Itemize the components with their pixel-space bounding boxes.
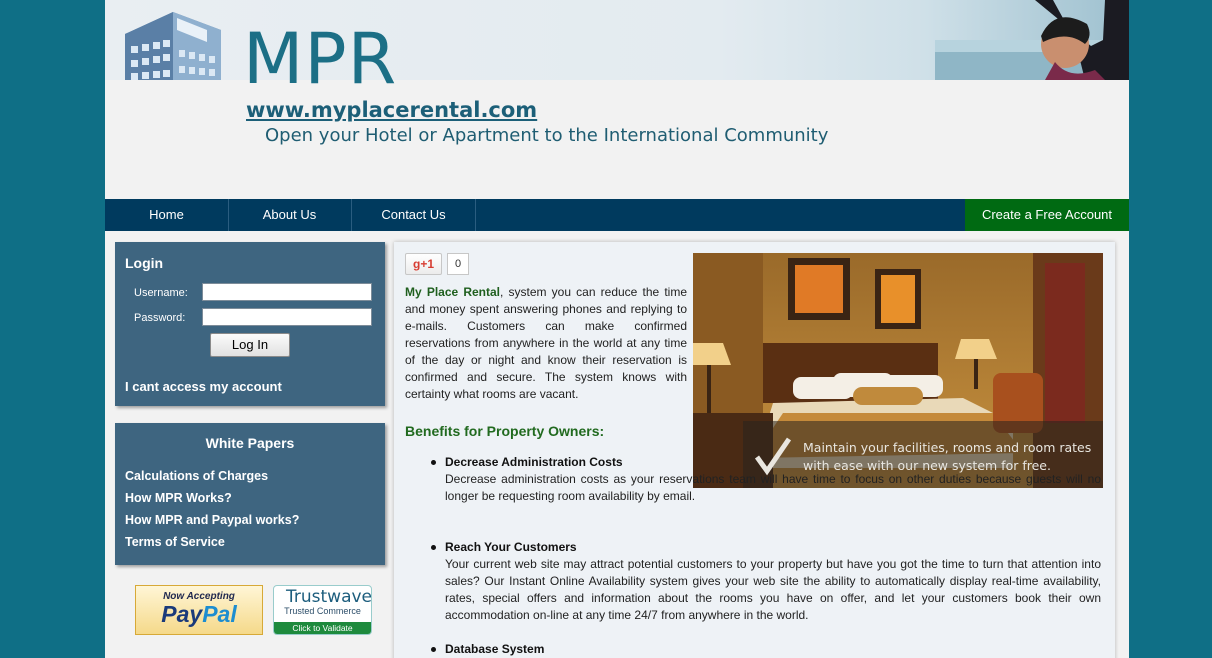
page: MPR www.myplacerental.com Open your Hote… (105, 0, 1129, 658)
benefit-text: Decrease administration costs as your re… (445, 472, 1101, 503)
bullet-icon (431, 647, 436, 652)
white-papers-title: White Papers (205, 435, 295, 451)
header-banner: MPR (105, 0, 1129, 94)
link-terms-of-service[interactable]: Terms of Service (125, 535, 225, 549)
paypal-logo: PayPal (136, 602, 262, 626)
paypal-pal: Pal (202, 601, 237, 627)
paypal-badge[interactable]: Now Accepting PayPal (135, 585, 263, 635)
benefit-text: Your current web site may attract potent… (445, 557, 1101, 622)
hotel-room-image: Maintain your facilities, rooms and room… (693, 253, 1103, 488)
trustwave-badge[interactable]: Trustwave Trusted Commerce Click to Vali… (273, 585, 372, 635)
username-label: Username: (134, 287, 188, 299)
intro-text: , system you can reduce the time and mon… (405, 285, 687, 401)
password-input[interactable] (202, 308, 372, 326)
site-url-link[interactable]: www.myplacerental.com (246, 98, 537, 122)
username-input[interactable] (202, 283, 372, 301)
link-calculations-of-charges[interactable]: Calculations of Charges (125, 469, 268, 483)
benefit-item: Database System (431, 641, 1101, 658)
nav-about-us[interactable]: About Us (228, 199, 352, 231)
google-plus-count: 0 (447, 253, 469, 275)
nav-home[interactable]: Home (105, 199, 229, 231)
nav-contact-us[interactable]: Contact Us (352, 199, 476, 231)
intro-paragraph: My Place Rental, system you can reduce t… (405, 284, 687, 403)
login-button[interactable]: Log In (210, 333, 290, 357)
benefits-title: Benefits for Property Owners: (405, 423, 605, 439)
benefit-title: Database System (445, 642, 545, 656)
benefit-title: Reach Your Customers (445, 540, 577, 554)
link-how-mpr-works[interactable]: How MPR Works? (125, 491, 232, 505)
trustwave-name: Trustwave (286, 587, 372, 607)
building-logo-icon (125, 12, 221, 80)
person-photo (935, 0, 1129, 80)
paypal-pay: Pay (161, 601, 203, 627)
main-content: g+1 0 Maintain your facilities, rooms an… (394, 242, 1115, 658)
login-box: Login Username: Password: Log In I cant … (115, 242, 385, 406)
bullet-icon (431, 460, 436, 465)
login-title: Login (125, 255, 164, 271)
main-nav: Home About Us Contact Us Create a Free A… (105, 199, 1129, 231)
bullet-icon (431, 545, 436, 550)
google-plus-button[interactable]: g+1 (405, 253, 442, 275)
logo-text: MPR (243, 18, 398, 100)
benefit-item: Reach Your Customers Your current web si… (431, 539, 1101, 624)
tagline: Open your Hotel or Apartment to the Inte… (265, 125, 829, 146)
password-label: Password: (134, 312, 186, 324)
trustwave-validate: Click to Validate (274, 622, 371, 634)
benefit-title: Decrease Administration Costs (445, 455, 623, 469)
benefit-item: Decrease Administration Costs Decrease a… (431, 454, 1101, 505)
link-how-mpr-paypal-works[interactable]: How MPR and Paypal works? (125, 513, 299, 527)
trustwave-sub: Trusted Commerce (284, 606, 361, 616)
intro-brand: My Place Rental (405, 285, 501, 299)
cant-access-link[interactable]: I cant access my account (125, 379, 282, 394)
white-papers-box: White Papers Calculations of Charges How… (115, 423, 385, 565)
create-account-button[interactable]: Create a Free Account (965, 199, 1129, 231)
